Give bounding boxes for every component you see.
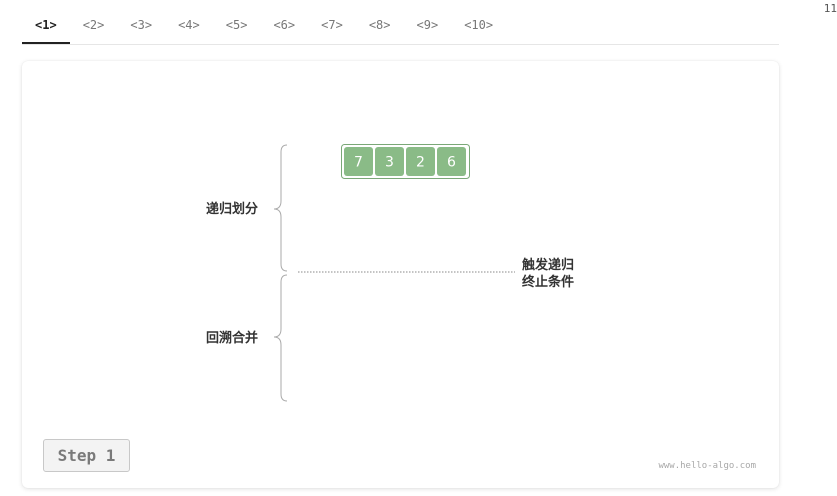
step-button[interactable]: Step 1 <box>43 439 130 472</box>
merge-brace <box>273 274 288 402</box>
tab-step-2[interactable]: <2> <box>70 6 118 44</box>
step-tab-bar: <1> <2> <3> <4> <5> <6> <7> <8> <9> <10> <box>22 6 779 45</box>
watermark: www.hello-algo.com <box>658 461 756 471</box>
tab-step-10[interactable]: <10> <box>451 6 506 44</box>
tab-step-8[interactable]: <8> <box>356 6 404 44</box>
tab-step-9[interactable]: <9> <box>404 6 452 44</box>
trigger-label-line2: 终止条件 <box>522 274 574 290</box>
merge-sort-diagram: 递归划分 回溯合并 触发递归 终止条件 7 3 2 6 <box>206 144 574 402</box>
tab-step-5[interactable]: <5> <box>213 6 261 44</box>
corner-number: 11 <box>823 2 837 15</box>
tab-step-4[interactable]: <4> <box>165 6 213 44</box>
tab-step-1[interactable]: <1> <box>22 6 70 44</box>
divide-label: 递归划分 <box>206 201 258 217</box>
diagram-card: 递归划分 回溯合并 触发递归 终止条件 7 3 2 6 Step 1 www.hell… <box>22 61 779 488</box>
tab-step-3[interactable]: <3> <box>117 6 165 44</box>
merge-label: 回溯合并 <box>206 330 258 346</box>
array-cell-value: 3 <box>385 155 394 171</box>
array-cell-value: 6 <box>447 155 456 171</box>
array-cell-value: 2 <box>416 155 425 171</box>
trigger-label-line1: 触发递归 <box>521 257 574 273</box>
tab-step-6[interactable]: <6> <box>260 6 308 44</box>
divide-brace <box>273 144 288 272</box>
tab-step-7[interactable]: <7> <box>308 6 356 44</box>
array-cell-value: 7 <box>354 155 363 171</box>
